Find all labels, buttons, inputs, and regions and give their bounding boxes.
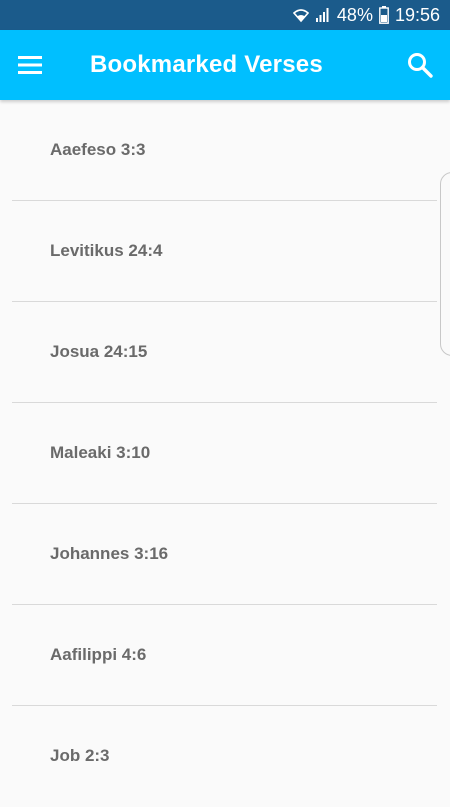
bookmark-label: Levitikus 24:4: [50, 241, 163, 260]
list-item[interactable]: Levitikus 24:4: [0, 201, 450, 302]
status-bar: 48% 19:56: [0, 0, 450, 30]
search-button[interactable]: [406, 51, 434, 79]
edge-panel-handle[interactable]: [440, 172, 450, 356]
bookmark-label: Johannes 3:16: [50, 544, 169, 563]
list-item[interactable]: Maleaki 3:10: [0, 403, 450, 504]
bookmark-label: Aaefeso 3:3: [50, 140, 146, 159]
menu-button[interactable]: [16, 53, 44, 77]
list-item[interactable]: Johannes 3:16: [0, 504, 450, 605]
battery-icon: [379, 6, 389, 24]
list-item[interactable]: Aafilippi 4:6: [0, 605, 450, 706]
list-item[interactable]: Job 2:3: [0, 706, 450, 807]
page-title: Bookmarked Verses: [90, 51, 323, 78]
bookmark-list: Aaefeso 3:3 Levitikus 24:4 Josua 24:15 M…: [0, 100, 450, 800]
bookmark-label: Josua 24:15: [50, 342, 148, 361]
wifi-icon: [292, 7, 309, 23]
app-bar: Bookmarked Verses: [0, 30, 450, 100]
battery-percent: 48%: [336, 5, 373, 25]
menu-icon: [16, 53, 44, 77]
signal-icon: [315, 7, 331, 23]
status-indicators: 48% 19:56: [292, 0, 440, 30]
list-item[interactable]: Josua 24:15: [0, 302, 450, 403]
search-icon: [406, 51, 434, 79]
clock: 19:56: [394, 5, 440, 25]
bookmark-label: Job 2:3: [50, 746, 110, 765]
bookmark-label: Aafilippi 4:6: [50, 645, 147, 664]
list-item[interactable]: Aaefeso 3:3: [0, 100, 450, 201]
bookmark-label: Maleaki 3:10: [50, 443, 151, 462]
